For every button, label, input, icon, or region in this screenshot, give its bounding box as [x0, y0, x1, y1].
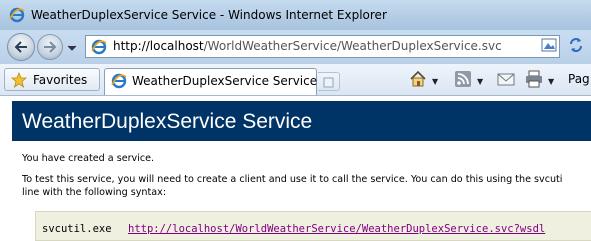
feeds-dropdown[interactable]: ▼: [477, 77, 483, 86]
browser-tab[interactable]: WeatherDuplexService Service: [104, 68, 317, 95]
back-arrow-icon: [14, 41, 27, 53]
address-row: http://localhost/WorldWeatherService/Wea…: [0, 30, 591, 64]
new-tab-button[interactable]: [318, 72, 340, 91]
refresh-button[interactable]: [566, 35, 586, 55]
recent-pages-button[interactable]: [66, 42, 78, 52]
url-path: /WorldWeatherService/WeatherDuplexServic…: [203, 39, 502, 53]
rss-feed-icon: [455, 71, 471, 87]
page-menu-button[interactable]: Pag: [568, 72, 590, 86]
home-dropdown[interactable]: ▼: [432, 77, 438, 86]
address-bar[interactable]: http://localhost/WorldWeatherService/Wea…: [85, 35, 560, 58]
tab-title: WeatherDuplexService Service: [132, 74, 318, 88]
feeds-button[interactable]: [454, 70, 472, 90]
forward-arrow-icon: [44, 41, 57, 53]
instructions-line1: To test this service, you will need to c…: [22, 174, 563, 185]
favorites-label: Favorites: [33, 73, 88, 87]
url-host: http://localhost: [113, 39, 204, 53]
created-message: You have created a service.: [22, 153, 155, 164]
svcutil-command: svcutil.exe: [42, 223, 112, 235]
refresh-icon: [570, 38, 582, 52]
page-content: WeatherDuplexService Service You have cr…: [0, 96, 591, 241]
heading-band: WeatherDuplexService Service: [12, 101, 591, 141]
home-icon: [410, 70, 426, 87]
page-heading: WeatherDuplexService Service: [22, 110, 313, 133]
window-title: WeatherDuplexService Service - Windows I…: [31, 8, 387, 22]
chevron-down-icon: [67, 45, 77, 51]
new-tab-icon: [323, 77, 334, 88]
print-icon: [526, 70, 542, 88]
wsdl-link[interactable]: http://localhost/WorldWeatherService/Wea…: [128, 223, 545, 235]
favorites-button[interactable]: Favorites: [4, 68, 100, 91]
back-button[interactable]: [7, 33, 35, 61]
print-button[interactable]: [525, 70, 543, 90]
code-block: svcutil.exe http://localhost/WorldWeathe…: [35, 211, 591, 241]
forward-button[interactable]: [37, 34, 63, 60]
ie-logo-icon: [111, 73, 127, 89]
ie-logo-icon: [9, 7, 25, 23]
title-bar: WeatherDuplexService Service - Windows I…: [0, 0, 591, 30]
home-button[interactable]: [409, 70, 427, 90]
favorites-star-icon: [10, 71, 28, 88]
compatibility-view-icon[interactable]: [541, 37, 557, 53]
print-dropdown[interactable]: ▼: [548, 77, 554, 86]
read-mail-button[interactable]: [496, 70, 516, 90]
instructions-line2: line with the following syntax:: [22, 187, 167, 198]
address-url[interactable]: http://localhost/WorldWeatherService/Wea…: [113, 39, 502, 53]
ie-logo-icon: [91, 39, 107, 55]
read-mail-icon: [497, 73, 515, 86]
